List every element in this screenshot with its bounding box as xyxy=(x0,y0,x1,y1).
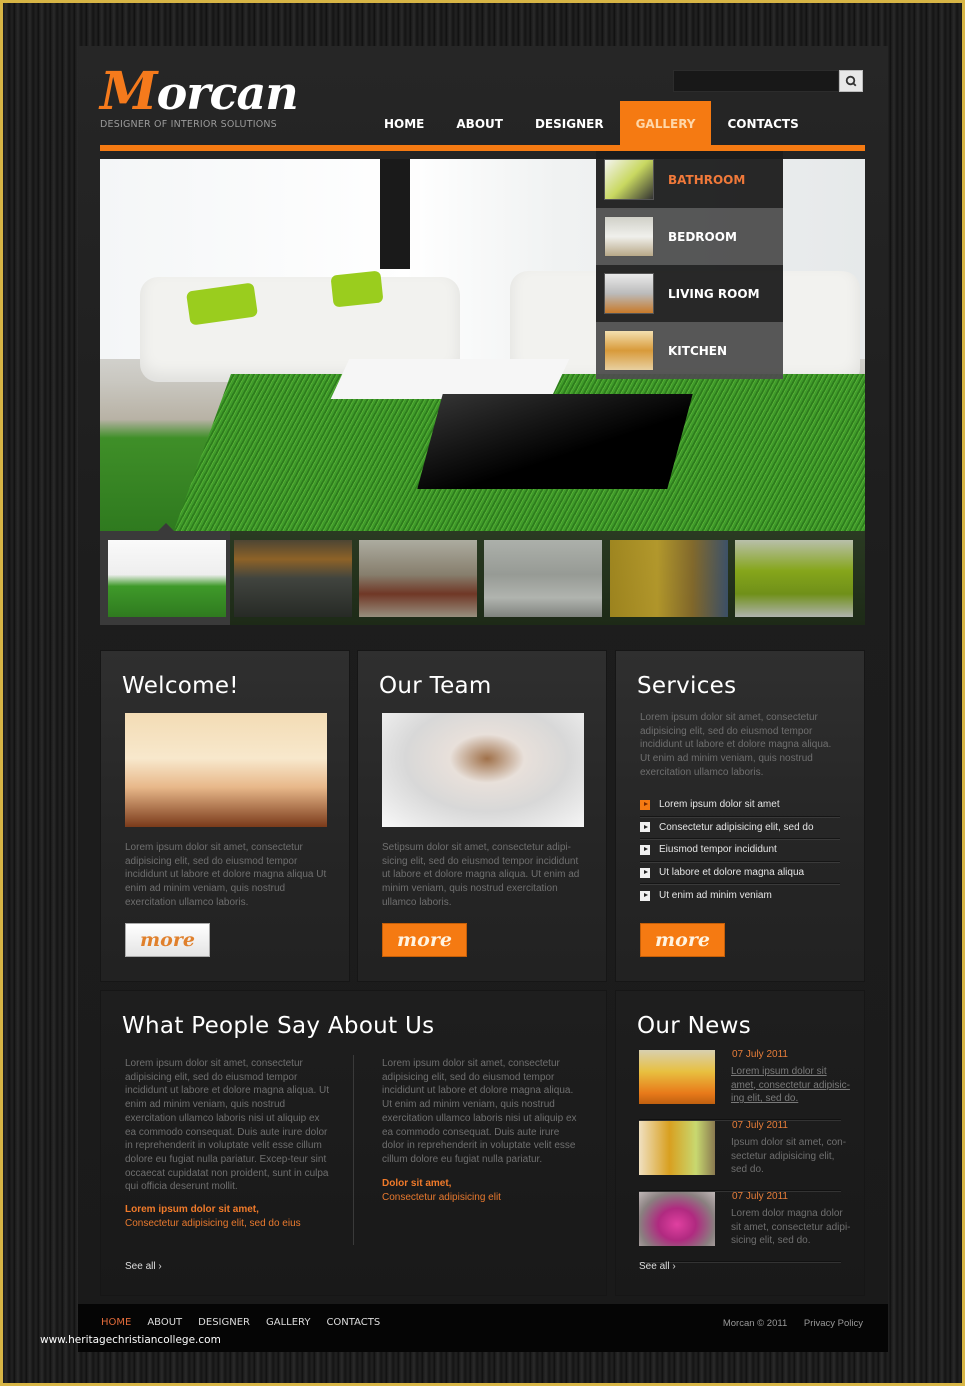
testimonials-box: What People Say About Us Lorem ipsum dol… xyxy=(100,990,607,1296)
nav-gallery[interactable]: GALLERY xyxy=(619,101,712,147)
thumbnail-3[interactable] xyxy=(359,540,477,617)
footer-nav-gallery[interactable]: GALLERY xyxy=(266,1317,310,1328)
services-text: Lorem ipsum dolor sit amet, consectetur … xyxy=(640,712,832,778)
footer-nav-about[interactable]: ABOUT xyxy=(147,1317,182,1328)
dropdown-item-kitchen[interactable]: KITCHEN xyxy=(596,322,783,379)
team-text: Setipsum dolor sit amet, consectetur adi… xyxy=(382,842,580,908)
welcome-image xyxy=(125,713,327,827)
news-see-all-link[interactable]: See all › xyxy=(639,1261,676,1272)
arrow-bullet-icon xyxy=(640,799,650,810)
gallery-dropdown-menu: BATHROOM BEDROOM LIVING ROOM KITCHEN xyxy=(596,151,783,379)
services-title: Services xyxy=(637,673,737,699)
thumbnail-5[interactable] xyxy=(610,540,728,617)
thumbnail-1[interactable] xyxy=(108,540,226,617)
dropdown-label: BATHROOM xyxy=(668,172,746,187)
arrow-bullet-icon xyxy=(640,890,650,901)
team-more-button[interactable]: more xyxy=(382,923,467,957)
testimonial-author: Dolor sit amet, Consectetur adipisicing … xyxy=(382,1178,501,1203)
team-box: Our Team Setipsum dolor sit amet, consec… xyxy=(357,650,607,982)
news-box: Our News 07 July 2011 Lorem ipsum dolor … xyxy=(615,990,865,1296)
news-title: Our News xyxy=(637,1013,751,1039)
welcome-title: Welcome! xyxy=(122,673,239,699)
arrow-bullet-icon xyxy=(640,822,650,833)
hero-pillow xyxy=(330,270,384,308)
services-list-item[interactable]: Eiusmod tempor incididunt xyxy=(640,839,840,862)
news-image[interactable] xyxy=(639,1192,715,1246)
footer-nav-contacts[interactable]: CONTACTS xyxy=(326,1317,380,1328)
nav-contacts[interactable]: CONTACTS xyxy=(711,101,814,147)
watermark: www.heritagechristiancollege.com xyxy=(40,1334,221,1346)
nav-home[interactable]: HOME xyxy=(368,101,440,147)
news-item: 07 July 2011 Lorem dolor magna dolor sit… xyxy=(639,1191,851,1262)
services-list-item[interactable]: Lorem ipsum dolor sit amet xyxy=(640,794,840,817)
footer-nav-designer[interactable]: DESIGNER xyxy=(198,1317,250,1328)
services-more-button[interactable]: more xyxy=(640,923,725,957)
privacy-policy-link[interactable]: Privacy Policy xyxy=(804,1318,863,1329)
search-input[interactable] xyxy=(673,70,839,92)
footer-meta: Morcan © 2011 Privacy Policy xyxy=(709,1318,863,1329)
logo[interactable]: Morcan DESIGNER OF INTERIOR SOLUTIONS xyxy=(100,61,299,131)
copyright: Morcan © 2011 xyxy=(722,1318,788,1329)
services-list-item[interactable]: Ut labore et dolore magna aliqua xyxy=(640,862,840,885)
hero-curtain xyxy=(380,159,410,269)
logo-wordmark: Morcan xyxy=(100,61,299,122)
testimonials-see-all-link[interactable]: See all › xyxy=(125,1261,162,1272)
tagline: DESIGNER OF INTERIOR SOLUTIONS xyxy=(100,119,277,130)
bedroom-thumbnail xyxy=(604,216,654,257)
testimonial-text: Lorem ipsum dolor sit amet, consectetur … xyxy=(125,1058,330,1193)
thumbnail-4[interactable] xyxy=(484,540,602,617)
news-text: Lorem dolor magna dolor sit amet, consec… xyxy=(731,1208,851,1246)
hero-table-black xyxy=(417,394,693,489)
news-image[interactable] xyxy=(639,1050,715,1104)
welcome-box: Welcome! Lorem ipsum dolor sit amet, con… xyxy=(100,650,350,982)
bathroom-thumbnail xyxy=(604,159,654,200)
footer-nav: HOME ABOUT DESIGNER GALLERY CONTACTS xyxy=(101,1317,396,1328)
news-date: 07 July 2011 xyxy=(732,1191,788,1202)
welcome-more-button[interactable]: more xyxy=(125,923,210,957)
news-date: 07 July 2011 xyxy=(732,1049,788,1060)
services-list: Lorem ipsum dolor sit amet Consectetur a… xyxy=(640,794,840,907)
thumbnail-pointer xyxy=(158,523,174,531)
thumbnail-6[interactable] xyxy=(735,540,853,617)
living-room-thumbnail xyxy=(604,273,654,314)
welcome-text: Lorem ipsum dolor sit amet, consectetur … xyxy=(125,842,327,908)
dropdown-label: KITCHEN xyxy=(668,343,728,358)
kitchen-thumbnail xyxy=(604,330,654,371)
services-list-item[interactable]: Consectetur adipisicing elit, sed do xyxy=(640,817,840,840)
services-list-item[interactable]: Ut enim ad minim veniam xyxy=(640,884,840,907)
arrow-bullet-icon xyxy=(640,844,650,855)
testimonial-text: Lorem ipsum dolor sit amet, consectetur … xyxy=(382,1058,577,1165)
dropdown-item-bathroom[interactable]: BATHROOM xyxy=(596,151,783,208)
dropdown-item-living-room[interactable]: LIVING ROOM xyxy=(596,265,783,322)
news-item: 07 July 2011 Lorem ipsum dolor sit amet,… xyxy=(639,1049,850,1120)
news-text: Ipsum dolor sit amet, con-sectetur adipi… xyxy=(731,1137,847,1175)
search-button[interactable] xyxy=(839,70,863,92)
testimonials-title: What People Say About Us xyxy=(122,1013,435,1039)
news-link[interactable]: Lorem ipsum dolor sit amet, consectetur … xyxy=(731,1065,853,1106)
main-nav: HOME ABOUT DESIGNER GALLERY CONTACTS xyxy=(368,101,815,147)
dropdown-label: BEDROOM xyxy=(668,229,737,244)
search-icon xyxy=(845,75,857,87)
thumbnail-2[interactable] xyxy=(234,540,352,617)
nav-designer[interactable]: DESIGNER xyxy=(519,101,620,147)
nav-about[interactable]: ABOUT xyxy=(440,101,519,147)
slider-thumbnails xyxy=(100,523,865,625)
testimonial-author: Lorem ipsum dolor sit amet, Consectetur … xyxy=(125,1204,301,1229)
page-container: Morcan DESIGNER OF INTERIOR SOLUTIONS HO… xyxy=(78,46,888,1352)
column-divider xyxy=(353,1055,354,1245)
dropdown-item-bedroom[interactable]: BEDROOM xyxy=(596,208,783,265)
team-title: Our Team xyxy=(379,673,492,699)
services-box: Services Lorem ipsum dolor sit amet, con… xyxy=(615,650,865,982)
arrow-bullet-icon xyxy=(640,867,650,878)
news-date: 07 July 2011 xyxy=(732,1120,788,1131)
dropdown-label: LIVING ROOM xyxy=(668,286,760,301)
footer-nav-home[interactable]: HOME xyxy=(101,1317,131,1328)
news-image[interactable] xyxy=(639,1121,715,1175)
team-image xyxy=(382,713,584,827)
hero-table-white xyxy=(330,359,570,399)
news-item: 07 July 2011 Ipsum dolor sit amet, con-s… xyxy=(639,1120,846,1191)
search-bar xyxy=(673,70,865,92)
